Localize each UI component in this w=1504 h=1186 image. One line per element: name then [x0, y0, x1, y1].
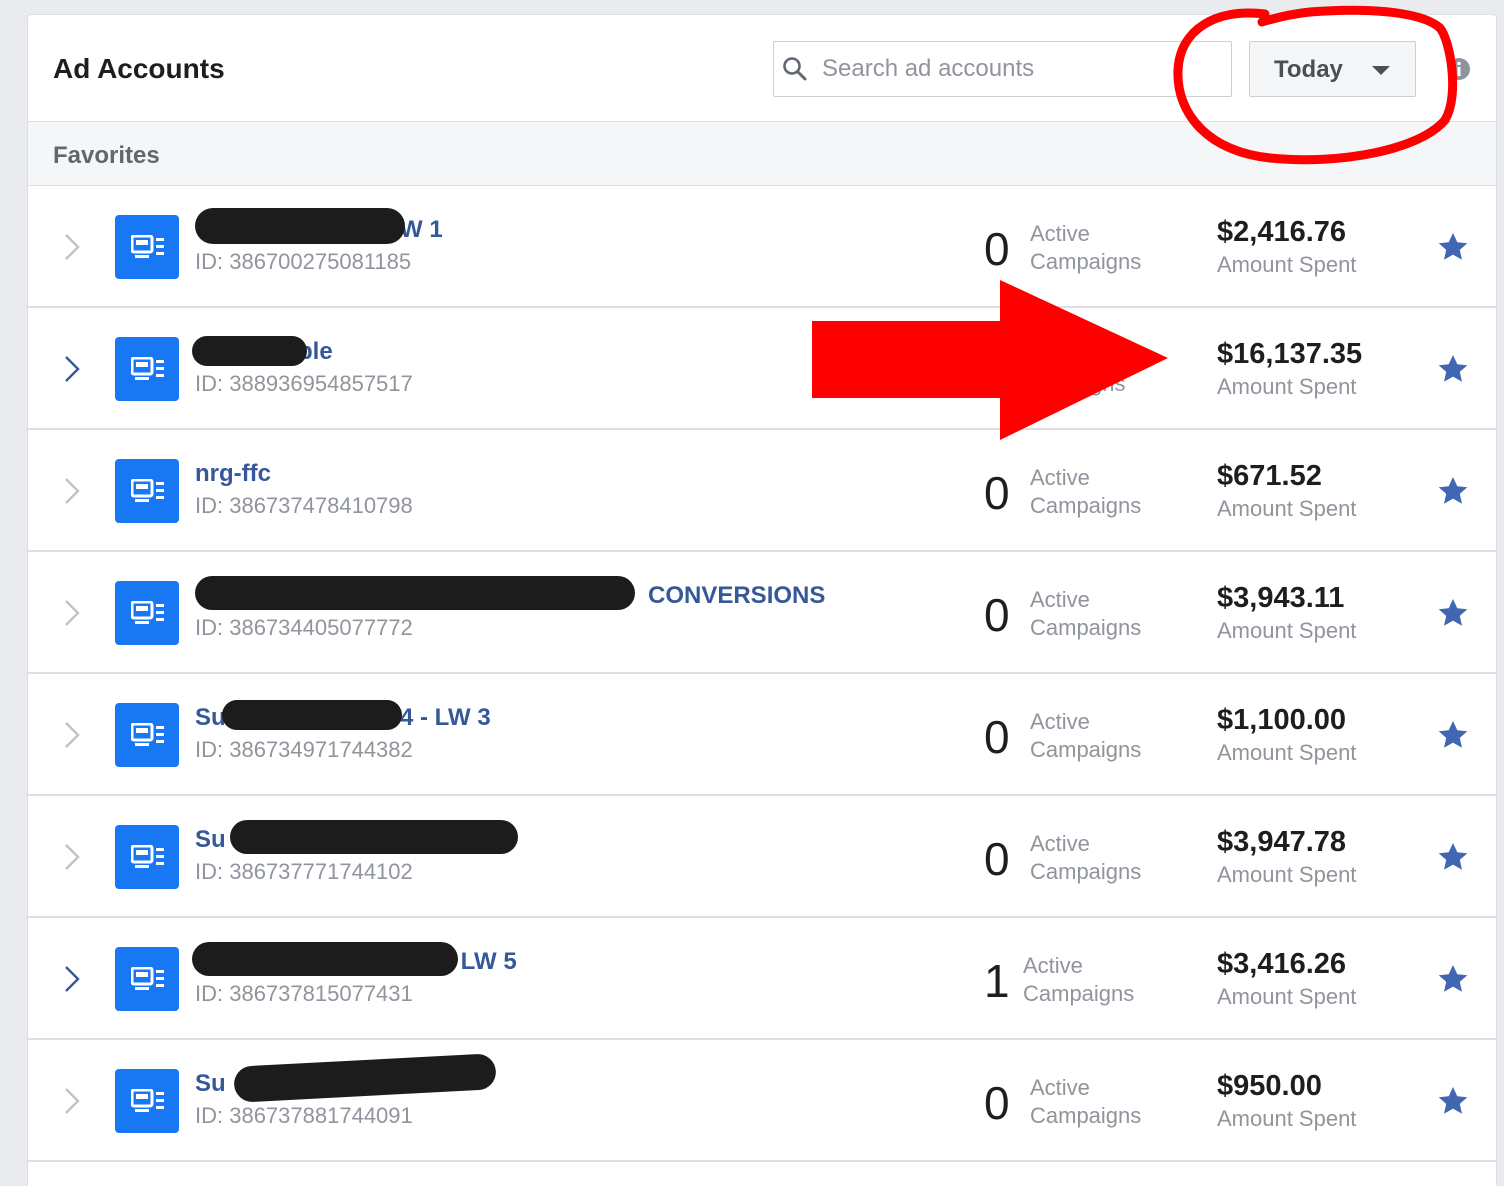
account-row[interactable]: W 1 ID: 386700275081185 0 Active Campaign…	[28, 186, 1496, 308]
star-icon[interactable]	[1437, 1085, 1469, 1117]
chevron-right-icon[interactable]	[62, 964, 82, 994]
favorites-section-header: Favorites	[28, 122, 1496, 186]
account-row[interactable]: - LW 5 ID: 386737815077431 1 Active Campa…	[28, 918, 1496, 1040]
panel-header: Ad Accounts Today	[28, 15, 1496, 122]
amount-spent-value: $950.00	[1217, 1070, 1322, 1102]
redaction-mark	[195, 208, 405, 244]
account-id: ID: 386737478410798	[195, 493, 413, 518]
ad-account-icon	[115, 825, 179, 889]
amount-spent-label: Amount Spent	[1217, 1106, 1357, 1131]
account-row[interactable]: ble ID: 388936954857517 gns $16,137.35 A…	[28, 308, 1496, 430]
amount-spent-value: $3,947.78	[1217, 826, 1347, 858]
amount-spent-value: $3,416.26	[1217, 948, 1347, 980]
star-icon[interactable]	[1437, 719, 1469, 751]
amount-spent-value: $671.52	[1217, 460, 1322, 492]
chevron-right-icon[interactable]	[62, 842, 82, 872]
active-campaigns-label: Active Campaigns	[1023, 953, 1135, 1006]
favorites-label: Favorites	[53, 142, 160, 169]
caret-down-icon	[1372, 66, 1390, 75]
redaction-mark	[195, 576, 635, 610]
ad-account-icon	[115, 215, 179, 279]
active-campaign-count: 0	[984, 833, 1010, 885]
account-name[interactable]: 4 - LW 3	[400, 704, 491, 732]
account-row[interactable]: CONVERSIONS ID: 386734405077772 0 Active…	[28, 552, 1496, 674]
chevron-right-icon[interactable]	[62, 232, 82, 262]
star-icon[interactable]	[1437, 841, 1469, 873]
amount-spent-value: $16,137.35	[1217, 338, 1363, 370]
active-campaign-count: 0	[984, 711, 1010, 763]
ad-account-icon	[115, 1069, 179, 1133]
chevron-right-icon[interactable]	[62, 1086, 82, 1116]
active-campaign-count: 0	[984, 589, 1010, 641]
redaction-mark	[222, 700, 402, 730]
amount-spent-label: Amount Spent	[1217, 740, 1357, 765]
account-id: ID: 386737771744102	[195, 859, 413, 884]
search-input[interactable]	[822, 42, 1222, 96]
active-campaign-count: 0	[984, 1077, 1010, 1129]
page-title: Ad Accounts	[53, 53, 225, 84]
redaction-mark	[233, 1053, 497, 1103]
amount-spent-value: $2,416.76	[1217, 216, 1347, 248]
redaction-mark	[230, 820, 518, 854]
star-icon[interactable]	[1437, 597, 1469, 629]
amount-spent-value: $3,943.11	[1217, 582, 1345, 614]
ad-account-icon	[115, 947, 179, 1011]
active-campaigns-label: gns	[1090, 371, 1126, 396]
chevron-right-icon[interactable]	[62, 720, 82, 750]
redaction-mark	[192, 942, 458, 976]
chevron-right-icon[interactable]	[62, 598, 82, 628]
account-id: ID: 386734971744382	[195, 737, 413, 762]
account-id: ID: 388936954857517	[195, 371, 413, 396]
active-campaigns-label: Active Campaigns	[1030, 221, 1142, 274]
star-icon[interactable]	[1437, 475, 1469, 507]
active-campaigns-label: Active Campaigns	[1030, 1075, 1142, 1128]
account-row[interactable]: Su 4 - LW 3 ID: 386734971744382 0 Active…	[28, 674, 1496, 796]
search-icon	[783, 57, 807, 81]
active-campaign-count: 0	[984, 467, 1010, 519]
star-icon[interactable]	[1437, 353, 1469, 385]
ad-account-icon	[115, 459, 179, 523]
ad-accounts-panel: Ad Accounts Today Favorites W 1	[27, 14, 1497, 1186]
chevron-right-icon[interactable]	[62, 476, 82, 506]
account-row[interactable]: Su ID: 386737881744091 0 Active Campaigns…	[28, 1040, 1496, 1162]
star-icon[interactable]	[1437, 231, 1469, 263]
account-name-prefix[interactable]: Su	[195, 704, 226, 732]
amount-spent-label: Amount Spent	[1217, 252, 1357, 277]
ad-account-icon	[115, 337, 179, 401]
date-range-label: Today	[1274, 56, 1343, 83]
amount-spent-label: Amount Spent	[1217, 862, 1357, 887]
ad-account-icon	[115, 581, 179, 645]
active-campaigns-label: Active Campaigns	[1030, 465, 1142, 518]
account-id: ID: 386700275081185	[195, 249, 412, 274]
account-list: W 1 ID: 386700275081185 0 Active Campaign…	[28, 186, 1496, 1162]
ad-account-icon	[115, 703, 179, 767]
info-icon[interactable]	[1447, 57, 1471, 81]
account-row[interactable]: nrg-ffc ID: 386737478410798 0 Active Camp…	[28, 430, 1496, 552]
search-box[interactable]	[773, 41, 1232, 97]
active-campaigns-label: Active Campaigns	[1030, 709, 1142, 762]
account-id: ID: 386734405077772	[195, 615, 413, 640]
account-name-prefix[interactable]: Su	[195, 1070, 226, 1098]
active-campaign-count: 1	[984, 955, 1010, 1007]
account-id: ID: 386737815077431	[195, 981, 413, 1006]
active-campaigns-label: Active Campaigns	[1030, 587, 1142, 640]
account-row[interactable]: Su ID: 386737771744102 0 Active Campaigns…	[28, 796, 1496, 918]
chevron-right-icon[interactable]	[62, 354, 82, 384]
account-name-prefix[interactable]: Su	[195, 826, 226, 854]
amount-spent-label: Amount Spent	[1217, 618, 1357, 643]
star-icon[interactable]	[1437, 963, 1469, 995]
active-campaign-count: 0	[984, 223, 1010, 275]
account-name[interactable]: nrg-ffc	[195, 460, 271, 488]
amount-spent-label: Amount Spent	[1217, 374, 1357, 399]
redaction-mark	[192, 336, 307, 366]
amount-spent-value: $1,100.00	[1217, 704, 1347, 736]
account-name[interactable]: W 1	[400, 216, 443, 244]
active-campaigns-label: Active Campaigns	[1030, 831, 1142, 884]
amount-spent-label: Amount Spent	[1217, 984, 1357, 1009]
account-id: ID: 386737881744091	[195, 1103, 413, 1128]
amount-spent-label: Amount Spent	[1217, 496, 1357, 521]
account-name[interactable]: CONVERSIONS	[648, 582, 825, 610]
date-range-dropdown[interactable]: Today	[1249, 41, 1416, 97]
